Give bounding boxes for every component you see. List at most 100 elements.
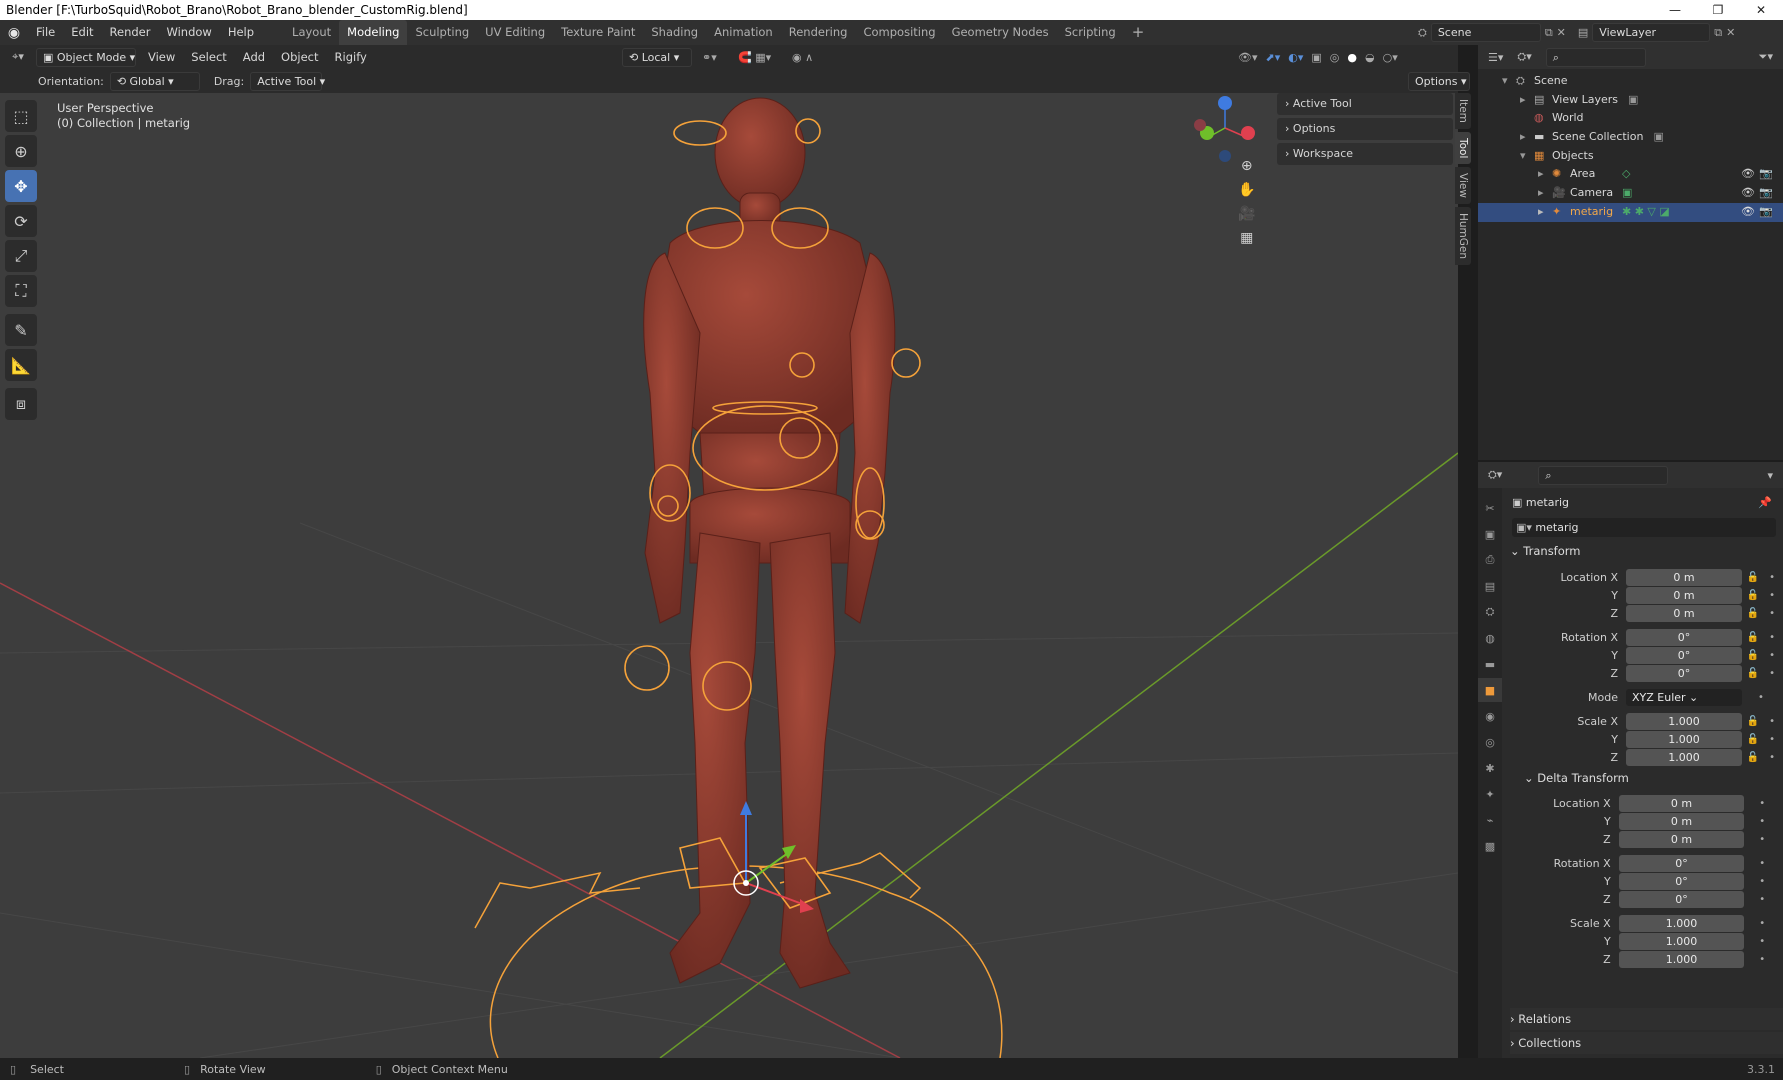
rotation-mode-dropdown[interactable]: XYZ Euler ⌄ <box>1626 688 1742 706</box>
keyframe-dot-icon[interactable]: • <box>1759 954 1765 965</box>
menu-edit[interactable]: Edit <box>63 20 101 45</box>
world-props-tab-icon[interactable]: ◍ <box>1478 626 1502 650</box>
vp-menu-select[interactable]: Select <box>183 45 234 70</box>
delta-location-x-field[interactable]: 0 m <box>1618 794 1745 812</box>
rotation-y-field[interactable]: 0° <box>1626 646 1742 664</box>
location-y-field[interactable]: 0 m <box>1626 586 1742 604</box>
keyframe-dot-icon[interactable]: • <box>1769 734 1775 745</box>
outliner-row-area[interactable]: ▸ ✺ Area ◇ 👁 📷 <box>1478 165 1783 184</box>
tab-scripting[interactable]: Scripting <box>1057 20 1124 45</box>
location-x-field[interactable]: 0 m <box>1626 568 1742 586</box>
relations-section-header[interactable]: › Relations <box>1510 1008 1783 1030</box>
eye-icon[interactable]: 👁 <box>1741 184 1755 203</box>
expand-icon[interactable]: ▾ <box>1520 147 1534 166</box>
new-scene-icon[interactable]: ⧉ <box>1545 26 1553 40</box>
scale-z-field[interactable]: 1.000 <box>1626 748 1742 766</box>
delta-location-z-field[interactable]: 0 m <box>1618 830 1745 848</box>
expand-icon[interactable]: ▾ <box>1502 72 1516 91</box>
transform-section-header[interactable]: ⌄ Transform <box>1510 540 1783 562</box>
constraint-props-tab-icon[interactable]: ✱ <box>1478 756 1502 780</box>
outliner-editor-icon[interactable]: ☰▾ <box>1488 51 1503 64</box>
lock-icon[interactable]: 🔓 <box>1747 668 1759 679</box>
tab-texture-paint[interactable]: Texture Paint <box>553 20 643 45</box>
outliner-row-scene[interactable]: ▾ ⛭ Scene <box>1478 72 1783 91</box>
delta-rotation-x-field[interactable]: 0° <box>1618 854 1745 872</box>
properties-options-icon[interactable]: ▾ <box>1767 469 1773 482</box>
keyframe-dot-icon[interactable]: • <box>1759 936 1765 947</box>
snap-icon[interactable]: 🧲 ▦▾ <box>738 51 771 64</box>
measure-tool-icon[interactable]: 📐 <box>5 349 37 381</box>
keyframe-dot-icon[interactable]: • <box>1759 918 1765 929</box>
delta-rotation-y-field[interactable]: 0° <box>1618 872 1745 890</box>
delta-scale-x-field[interactable]: 1.000 <box>1618 914 1745 932</box>
rotate-tool-icon[interactable]: ⟳ <box>5 205 37 237</box>
tab-rendering[interactable]: Rendering <box>781 20 856 45</box>
scale-y-field[interactable]: 1.000 <box>1626 730 1742 748</box>
keyframe-dot-icon[interactable]: • <box>1759 798 1765 809</box>
annotate-tool-icon[interactable]: ✎ <box>5 314 37 346</box>
keyframe-dot-icon[interactable]: • <box>1759 858 1765 869</box>
options-dropdown[interactable]: Options ▾ <box>1408 71 1470 91</box>
texture-props-tab-icon[interactable]: ▩ <box>1478 834 1502 858</box>
menu-window[interactable]: Window <box>158 20 219 45</box>
drag-selector[interactable]: Active Tool ▾ <box>250 71 325 91</box>
add-cube-tool-icon[interactable]: ⧈ <box>5 388 37 420</box>
add-workspace-icon[interactable]: + <box>1124 20 1153 45</box>
outliner-row-camera[interactable]: ▸ 🎥 Camera ▣ 👁 📷 <box>1478 184 1783 203</box>
expand-icon[interactable]: ▸ <box>1538 165 1552 184</box>
keyframe-dot-icon[interactable]: • <box>1769 650 1775 661</box>
rotation-z-field[interactable]: 0° <box>1626 664 1742 682</box>
lock-icon[interactable]: 🔓 <box>1747 608 1759 619</box>
ortho-toggle-icon[interactable]: ▦ <box>1240 230 1253 246</box>
lock-icon[interactable]: 🔓 <box>1747 590 1759 601</box>
outliner-row-scene-collection[interactable]: ▸ ▬ Scene Collection ▣ <box>1478 128 1783 147</box>
rotation-x-field[interactable]: 0° <box>1626 628 1742 646</box>
tab-sculpting[interactable]: Sculpting <box>407 20 477 45</box>
keyframe-dot-icon[interactable]: • <box>1769 752 1775 763</box>
delta-scale-z-field[interactable]: 1.000 <box>1618 950 1745 968</box>
visibility-icon[interactable]: 👁▾ <box>1238 51 1258 64</box>
physics-props-tab-icon[interactable]: ◎ <box>1478 730 1502 754</box>
maximize-button[interactable]: ❐ <box>1698 0 1738 20</box>
expand-icon[interactable]: ▸ <box>1520 91 1534 110</box>
overlay-icon[interactable]: ◐▾ <box>1288 51 1303 64</box>
expand-icon[interactable]: ▸ <box>1520 128 1534 147</box>
data-props-tab-icon[interactable]: ✦ <box>1478 782 1502 806</box>
rendered-shading-icon[interactable]: ○▾ <box>1383 51 1398 64</box>
mode-selector[interactable]: ▣ Object Mode ▾ <box>36 47 136 67</box>
scale-tool-icon[interactable]: ⤢ <box>5 240 37 272</box>
tab-shading[interactable]: Shading <box>643 20 706 45</box>
panel-active-tool[interactable]: › Active Tool <box>1277 93 1453 115</box>
tab-layout[interactable]: Layout <box>284 20 339 45</box>
cursor-tool-icon[interactable]: ⊕ <box>5 135 37 167</box>
expand-icon[interactable]: ▸ <box>1538 203 1552 222</box>
render-props-tab-icon[interactable]: ▣ <box>1478 522 1502 546</box>
delete-scene-icon[interactable]: ✕ <box>1557 26 1566 39</box>
display-mode-icon[interactable]: ⛭▾ <box>1517 50 1531 64</box>
properties-search-input[interactable]: ⌕ <box>1538 465 1669 485</box>
pin-icon[interactable]: 📌 <box>1758 492 1772 514</box>
orientation-selector[interactable]: ⟲ Global ▾ <box>109 71 200 91</box>
keyframe-dot-icon[interactable]: • <box>1759 894 1765 905</box>
render-camera-icon[interactable]: 📷 <box>1759 165 1773 184</box>
eye-icon[interactable]: 👁 <box>1741 203 1755 222</box>
output-props-tab-icon[interactable]: ⎙ <box>1478 548 1502 572</box>
vp-menu-object[interactable]: Object <box>273 45 326 70</box>
solid-shading-icon[interactable]: ● <box>1347 51 1357 64</box>
outliner-row-metarig[interactable]: ▸ ✦ metarig ✱ ✱ ▽ ◪ 👁 📷 <box>1478 202 1783 222</box>
3d-viewport[interactable]: User Perspective (0) Collection | metari… <box>0 93 1458 1058</box>
outliner-row-objects[interactable]: ▾ ▦ Objects <box>1478 147 1783 166</box>
transform-orientation-selector[interactable]: ⟲ Local ▾ <box>622 47 692 67</box>
lock-icon[interactable]: 🔓 <box>1747 734 1759 745</box>
render-camera-icon[interactable]: 📷 <box>1759 203 1773 222</box>
expand-icon[interactable]: ▸ <box>1538 184 1552 203</box>
keyframe-dot-icon[interactable]: • <box>1759 834 1765 845</box>
outliner-search-input[interactable]: ⌕ <box>1545 47 1646 67</box>
sidebar-tab-view[interactable]: View <box>1455 167 1471 205</box>
scene-browse-icon[interactable]: ⛭ <box>1418 26 1427 40</box>
tab-compositing[interactable]: Compositing <box>855 20 943 45</box>
keyframe-dot-icon[interactable]: • <box>1769 590 1775 601</box>
keyframe-dot-icon[interactable]: • <box>1759 816 1765 827</box>
filter-icon[interactable]: ⏷▾ <box>1759 50 1773 64</box>
material-shading-icon[interactable]: ◒ <box>1365 51 1375 64</box>
